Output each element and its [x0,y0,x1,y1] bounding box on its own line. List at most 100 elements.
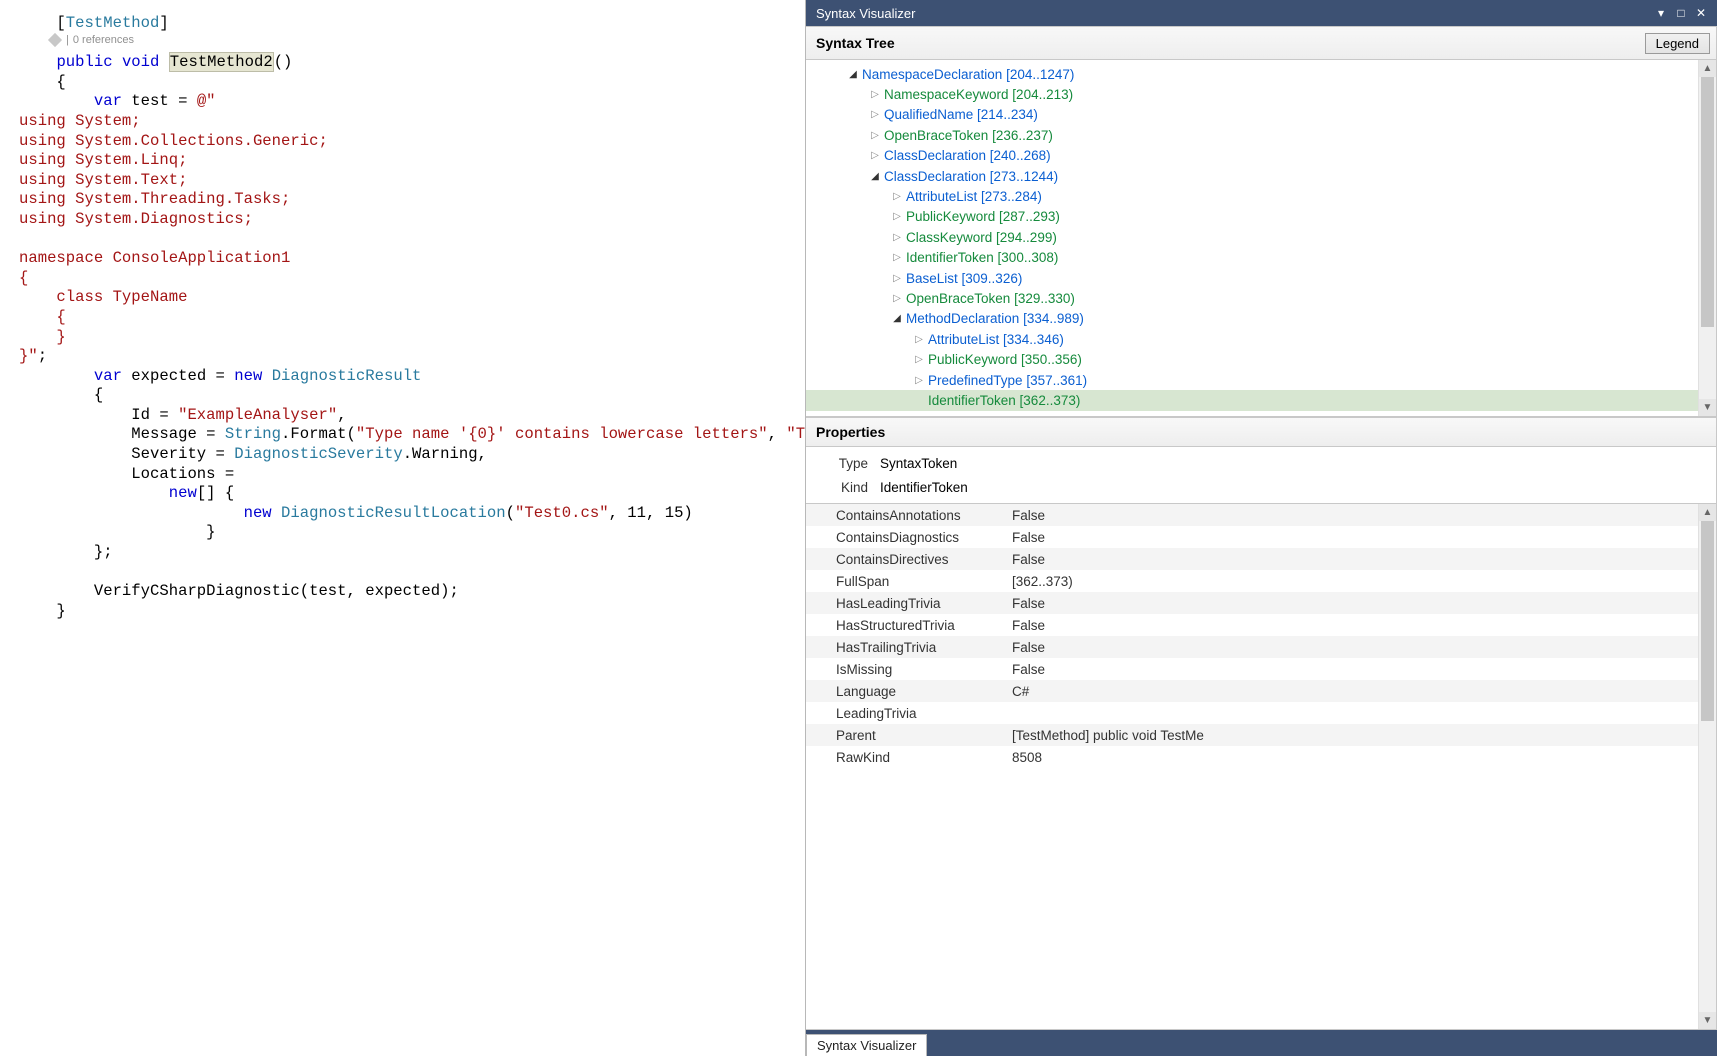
tree-header-title: Syntax Tree [816,35,1645,51]
property-row[interactable]: LeadingTrivia [806,702,1698,724]
tree-node[interactable]: ▷ClassKeyword [294..299) [806,227,1698,247]
property-name: Language [806,684,1008,699]
tree-scrollbar[interactable]: ▲ ▼ [1698,60,1716,416]
property-value: False [1008,596,1698,611]
property-row[interactable]: FullSpan[362..373) [806,570,1698,592]
property-row[interactable]: ContainsDirectivesFalse [806,548,1698,570]
collapse-icon[interactable]: ◢ [846,67,860,81]
scroll-up-icon[interactable]: ▲ [1699,60,1716,77]
scroll-thumb[interactable] [1701,77,1714,327]
tree-node-label: NamespaceDeclaration [204..1247) [862,67,1074,82]
codelens-indicator[interactable]: | 0 references [50,34,134,46]
property-row[interactable]: ContainsDiagnosticsFalse [806,526,1698,548]
property-name: HasLeadingTrivia [806,596,1008,611]
expand-icon[interactable]: ▷ [912,373,926,387]
property-row[interactable]: Parent[TestMethod] public void TestMe [806,724,1698,746]
panel-titlebar: Syntax Visualizer ▾ □ ✕ [806,0,1717,26]
expand-icon[interactable]: ▷ [868,128,882,142]
props-scrollbar[interactable]: ▲ ▼ [1698,504,1716,1029]
tree-node-label: PublicKeyword [287..293) [906,209,1060,224]
syntax-tree[interactable]: ◢NamespaceDeclaration [204..1247)▷Namesp… [806,60,1717,417]
tree-node-label: OpenBraceToken [329..330) [906,291,1075,306]
expand-icon[interactable]: ▷ [890,210,904,224]
tree-node-label: IdentifierToken [362..373) [928,393,1080,408]
property-name: ContainsDiagnostics [806,530,1008,545]
tree-node[interactable]: ▷QualifiedName [214..234) [806,105,1698,125]
tree-node[interactable]: IdentifierToken [362..373) [806,390,1698,410]
property-name: HasTrailingTrivia [806,640,1008,655]
property-name: Parent [806,728,1008,743]
scroll-down-icon[interactable]: ▼ [1699,399,1716,416]
property-row[interactable]: HasTrailingTriviaFalse [806,636,1698,658]
syntax-visualizer-panel: Syntax Visualizer ▾ □ ✕ Syntax Tree Lege… [805,0,1717,1056]
codelens-separator: | [66,34,69,46]
tab-syntax-visualizer[interactable]: Syntax Visualizer [806,1034,927,1056]
tree-node[interactable]: ▷PublicKeyword [350..356) [806,349,1698,369]
collapse-icon[interactable]: ◢ [890,312,904,326]
tree-node[interactable]: ▷PublicKeyword [287..293) [806,207,1698,227]
tree-node-label: QualifiedName [214..234) [884,107,1038,122]
tree-node[interactable]: ▷AttributeList [334..346) [806,329,1698,349]
property-value: False [1008,552,1698,567]
scroll-thumb[interactable] [1701,521,1714,721]
properties-summary: Type SyntaxToken Kind IdentifierToken [806,447,1717,503]
tree-node[interactable]: ▷NamespaceKeyword [204..213) [806,84,1698,104]
tree-node-label: BaseList [309..326) [906,271,1022,286]
tree-node-label: ClassDeclaration [240..268) [884,148,1051,163]
window-menu-icon[interactable]: ▾ [1651,3,1671,23]
property-name: IsMissing [806,662,1008,677]
tree-node[interactable]: ◢NamespaceDeclaration [204..1247) [806,64,1698,84]
scroll-down-icon[interactable]: ▼ [1699,1012,1716,1029]
panel-title: Syntax Visualizer [816,6,1651,21]
tree-node[interactable]: ▷BaseList [309..326) [806,268,1698,288]
property-row[interactable]: HasStructuredTriviaFalse [806,614,1698,636]
maximize-icon[interactable]: □ [1671,3,1691,23]
properties-grid[interactable]: ContainsAnnotationsFalseContainsDiagnost… [806,503,1717,1030]
legend-button[interactable]: Legend [1645,33,1710,54]
collapse-icon[interactable]: ◢ [868,169,882,183]
property-value: 8508 [1008,750,1698,765]
property-value: False [1008,508,1698,523]
expand-icon[interactable]: ▷ [890,291,904,305]
property-name: HasStructuredTrivia [806,618,1008,633]
expand-icon[interactable]: ▷ [890,271,904,285]
scroll-up-icon[interactable]: ▲ [1699,504,1716,521]
tree-node[interactable]: ▷PredefinedType [357..361) [806,370,1698,390]
code-text[interactable]: [TestMethod] public void TestMethod2() {… [0,0,805,621]
property-name: RawKind [806,750,1008,765]
expand-icon[interactable]: ▷ [890,190,904,204]
property-value: [TestMethod] public void TestMe [1008,728,1698,743]
expand-icon[interactable]: ▷ [890,251,904,265]
expand-icon[interactable]: ▷ [868,149,882,163]
tree-node[interactable]: ▷OpenBraceToken [236..237) [806,125,1698,145]
codelens-diamond-icon [48,33,62,47]
expand-icon[interactable]: ▷ [912,353,926,367]
tree-node[interactable]: ▷IdentifierToken [300..308) [806,248,1698,268]
expand-icon[interactable]: ▷ [868,108,882,122]
property-row[interactable]: HasLeadingTriviaFalse [806,592,1698,614]
tree-node-label: MethodDeclaration [334..989) [906,311,1084,326]
tree-node-label: ClassKeyword [294..299) [906,230,1057,245]
expand-icon[interactable]: ▷ [868,88,882,102]
tree-node[interactable]: ▷OpenBraceToken [329..330) [806,288,1698,308]
expand-icon[interactable]: ▷ [890,230,904,244]
prop-type-label: Type [816,456,880,471]
tree-node-label: ClassDeclaration [273..1244) [884,169,1058,184]
property-row[interactable]: RawKind8508 [806,746,1698,768]
property-row[interactable]: IsMissingFalse [806,658,1698,680]
codelens-references[interactable]: 0 references [73,34,134,46]
tree-node[interactable]: ◢ClassDeclaration [273..1244) [806,166,1698,186]
property-row[interactable]: ContainsAnnotationsFalse [806,504,1698,526]
tree-node[interactable]: ◢MethodDeclaration [334..989) [806,309,1698,329]
property-row[interactable]: LanguageC# [806,680,1698,702]
tree-node[interactable]: ▷AttributeList [273..284) [806,186,1698,206]
property-name: ContainsAnnotations [806,508,1008,523]
tree-node-label: NamespaceKeyword [204..213) [884,87,1073,102]
expand-icon[interactable]: ▷ [912,332,926,346]
prop-kind-label: Kind [816,480,880,495]
tree-header: Syntax Tree Legend [806,26,1717,60]
close-icon[interactable]: ✕ [1691,3,1711,23]
tree-node-label: PredefinedType [357..361) [928,373,1087,388]
tree-node[interactable]: ▷ClassDeclaration [240..268) [806,146,1698,166]
code-editor[interactable]: | 0 references [TestMethod] public void … [0,0,805,1056]
